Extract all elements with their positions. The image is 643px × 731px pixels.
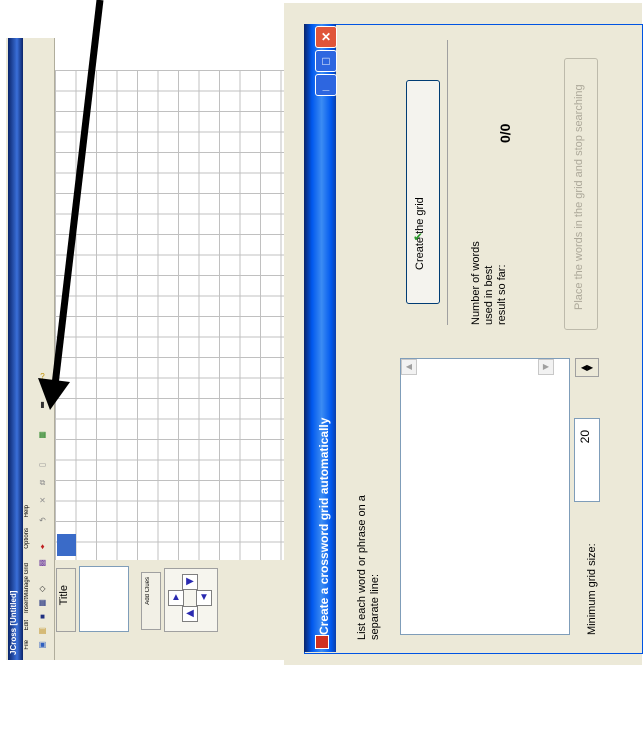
print-icon[interactable]: ◇ (37, 584, 48, 593)
divider (447, 40, 448, 325)
place-words-label: Place the words in the grid and stop sea… (573, 84, 585, 310)
paste-icon[interactable]: ▭ (37, 460, 48, 469)
save-icon[interactable]: ■ (37, 612, 48, 621)
word-list-textarea[interactable] (400, 358, 570, 635)
open-folder-icon[interactable]: ▤ (37, 626, 48, 635)
add-clues-label: Add Clues (145, 577, 151, 605)
save-as-icon[interactable]: ▦ (37, 598, 48, 607)
spinner-arrows-icon[interactable]: ◀▶ (575, 358, 599, 377)
menu-insert[interactable]: Insert (24, 598, 30, 613)
undo-icon[interactable]: ↶ (37, 516, 48, 525)
arrow-down-icon[interactable]: ▼ (196, 590, 212, 606)
instructions-line-1: List each word or phrase on a (356, 495, 368, 640)
selected-grid-cell[interactable] (57, 534, 76, 556)
title-field[interactable] (79, 566, 129, 632)
word-count-value: 0/0 (497, 123, 513, 143)
num-words-line-2: used in best (483, 265, 495, 325)
arrow-right-icon[interactable]: ▶ (182, 574, 198, 590)
grid-icon[interactable]: ▦ (37, 430, 48, 439)
help-icon[interactable]: ? (37, 372, 48, 381)
cut-icon[interactable]: ✕ (37, 496, 48, 505)
num-words-line-1: Number of words (470, 241, 482, 325)
minimize-icon[interactable]: _ (315, 74, 337, 96)
check-icon: ✔ (413, 230, 424, 244)
new-file-icon[interactable]: ▣ (37, 640, 48, 649)
dialog-title: Create a crossword grid automatically (317, 417, 331, 635)
instructions-line-2: separate line: (369, 573, 381, 640)
scroll-right-icon[interactable]: ▶ (538, 359, 554, 375)
arrow-left-icon[interactable]: ◀ (182, 606, 198, 622)
fill-grid-icon[interactable]: ▮ (37, 400, 48, 409)
title-label: Title (58, 585, 70, 606)
hotpot-icon[interactable]: ♦ (37, 542, 48, 551)
grid-top-strip (55, 38, 288, 70)
dialog-app-icon (315, 635, 329, 649)
min-size-label: Minimum grid size: (586, 543, 598, 635)
menu-options[interactable]: Options (24, 528, 30, 549)
num-words-label: Number of words used in best result so far… (470, 195, 509, 325)
copy-icon[interactable]: ⧉ (37, 478, 48, 487)
instructions-text: List each word or phrase on a separate li… (356, 455, 382, 640)
add-clues-button[interactable] (141, 572, 161, 630)
maximize-icon[interactable]: □ (315, 50, 337, 72)
crossword-grid[interactable] (55, 70, 288, 560)
arrow-up-icon[interactable]: ▲ (168, 590, 184, 606)
min-size-value[interactable]: 20 (578, 430, 592, 443)
scroll-left-icon[interactable]: ◀ (401, 359, 417, 375)
create-grid-label: Create the grid (414, 197, 426, 270)
app-title: JCross [Untitled] (9, 590, 18, 655)
menu-edit[interactable]: Edit (24, 620, 30, 630)
num-words-line-3: result so far: (496, 264, 508, 325)
web-page-icon[interactable]: ▩ (37, 558, 48, 567)
close-icon[interactable]: ✕ (315, 26, 337, 48)
menu-manage-grid[interactable]: Manage Grid (24, 563, 30, 598)
menu-file[interactable]: File (24, 640, 30, 650)
menu-help[interactable]: Help (24, 505, 30, 517)
